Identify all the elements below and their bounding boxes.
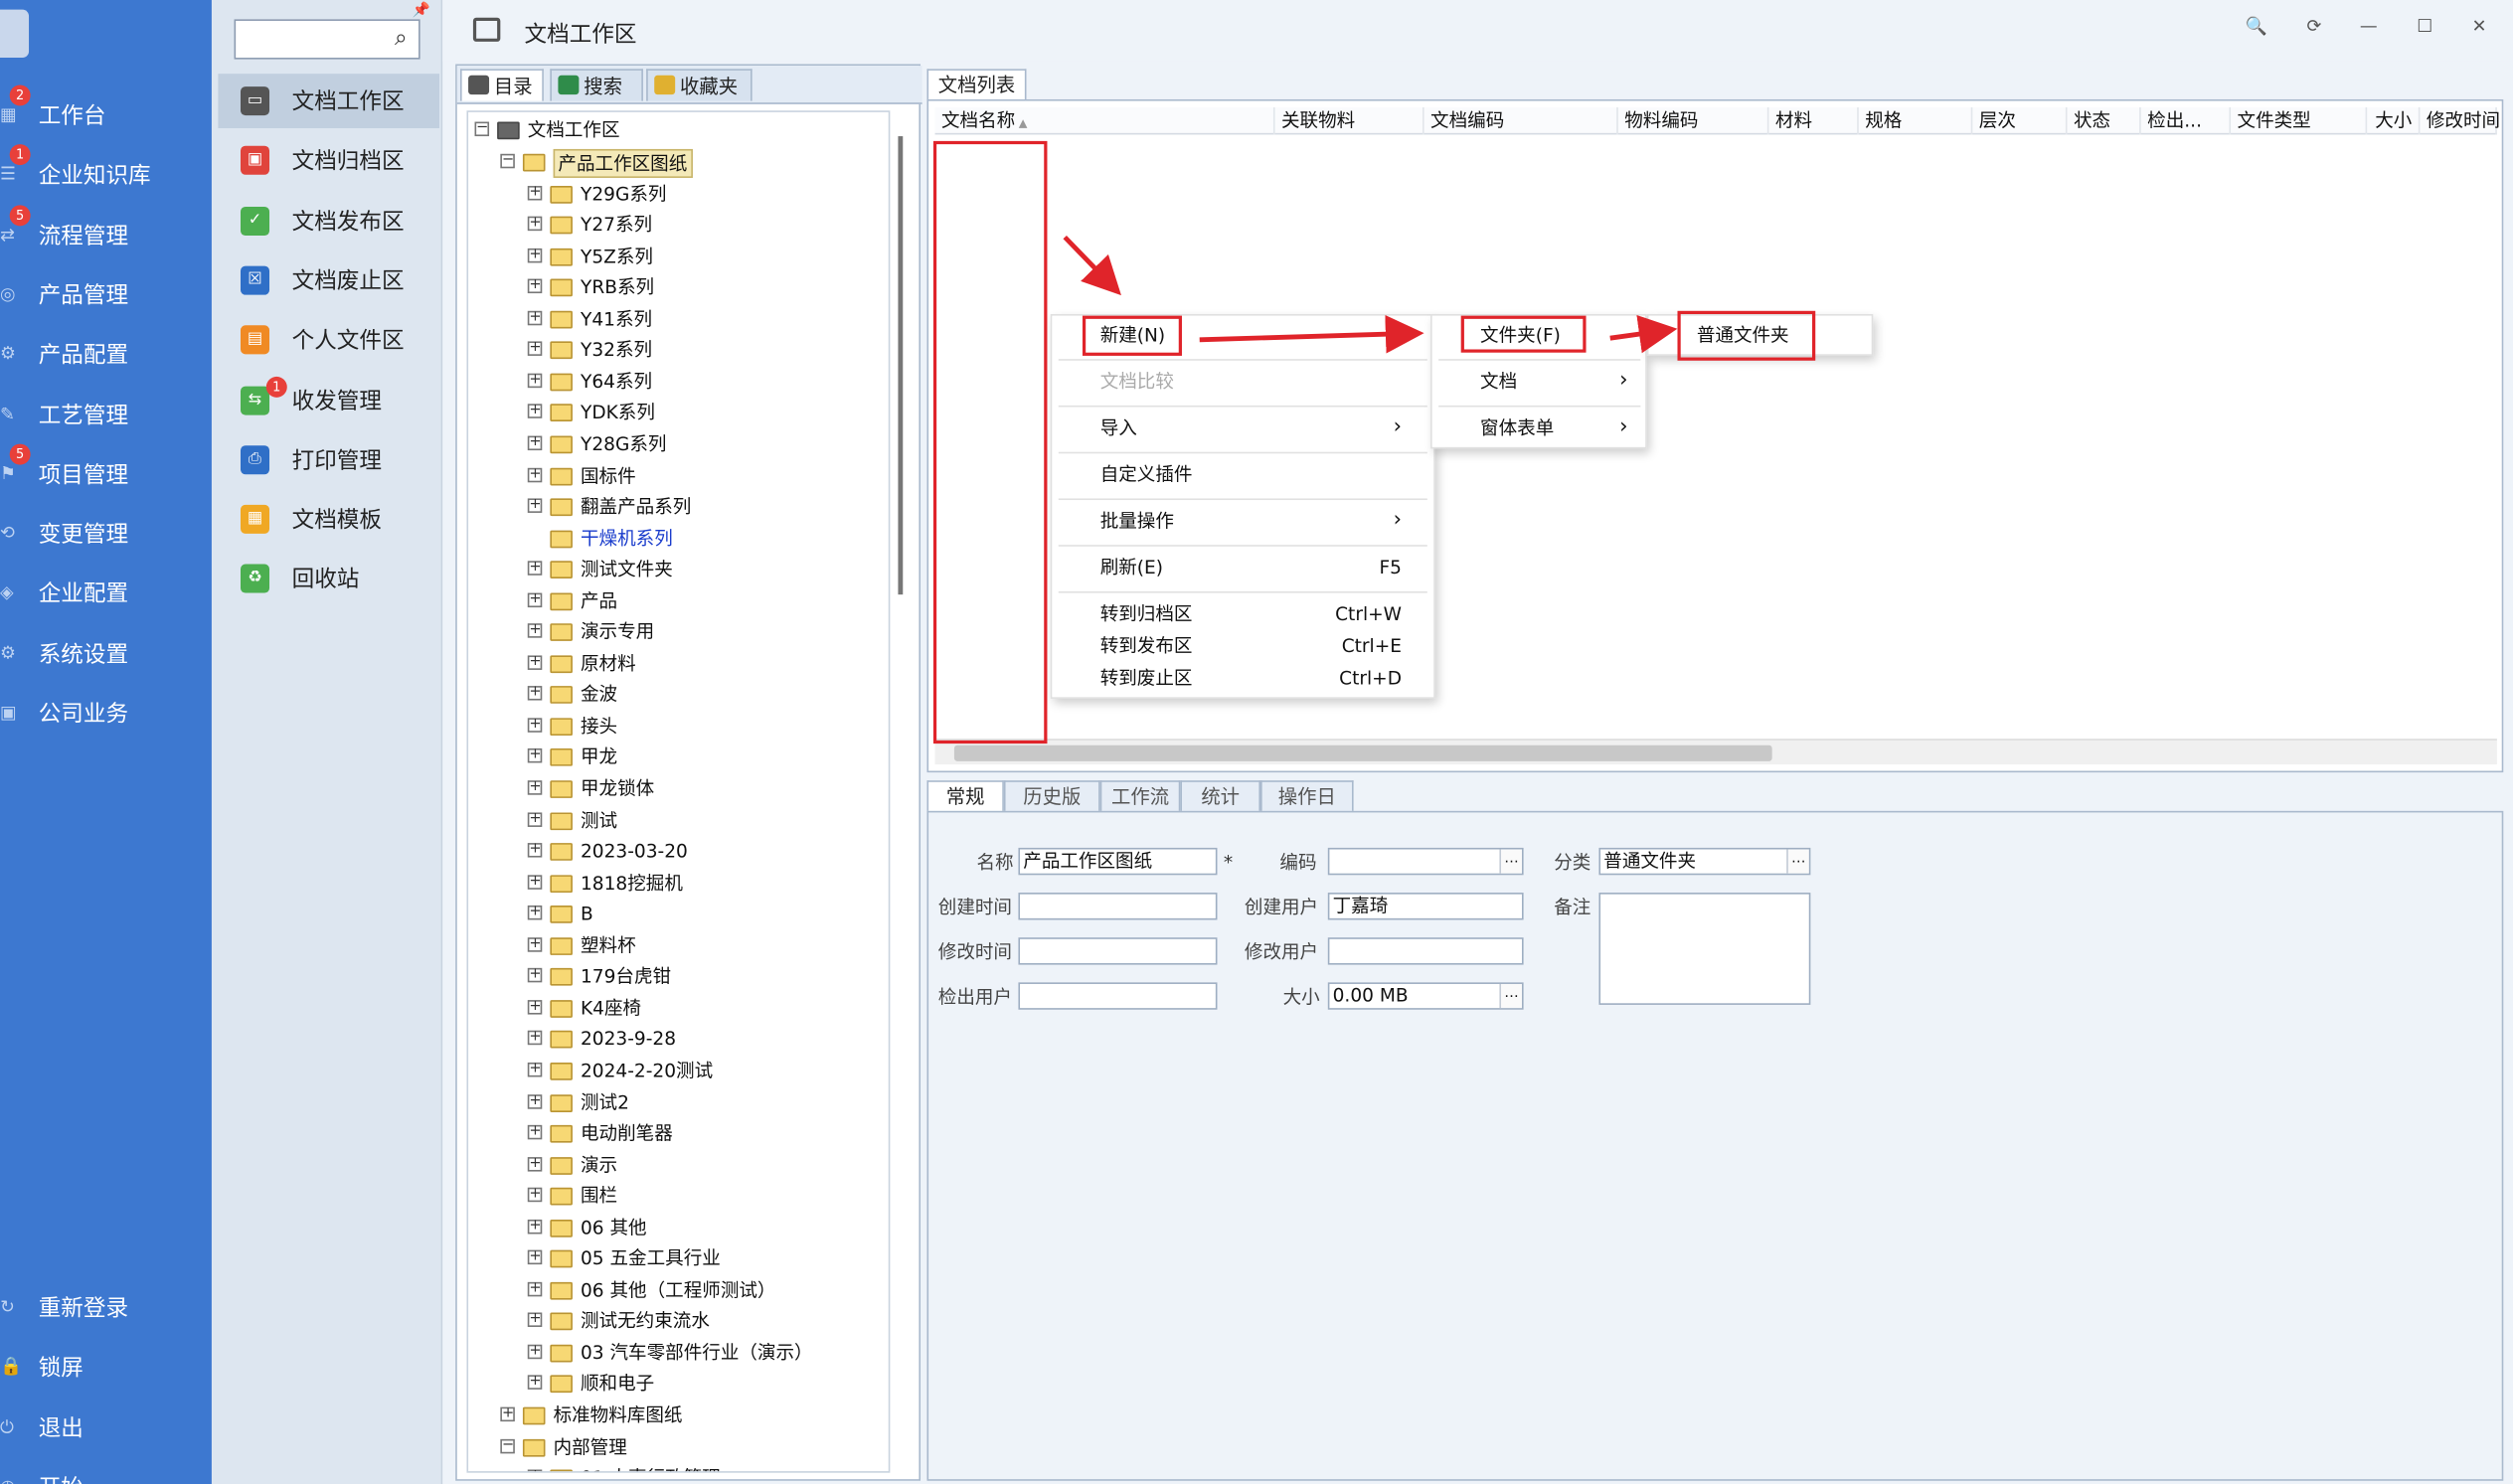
arrow-to-folder [1199, 314, 1424, 354]
arrow-to-normal-folder [1609, 314, 1678, 354]
annotation-arrows [1063, 235, 1678, 354]
app-window: ▦ 2 工作台 ☰ 1 企业知识库 ⇄ 5 流程管理 ◎ 产品管理 ⚙ 产品配置 ✎ 工艺管理 ⚑ 5 项目管理 ⟲… [0, 0, 2513, 1484]
arrow-down-right [1063, 235, 1121, 296]
